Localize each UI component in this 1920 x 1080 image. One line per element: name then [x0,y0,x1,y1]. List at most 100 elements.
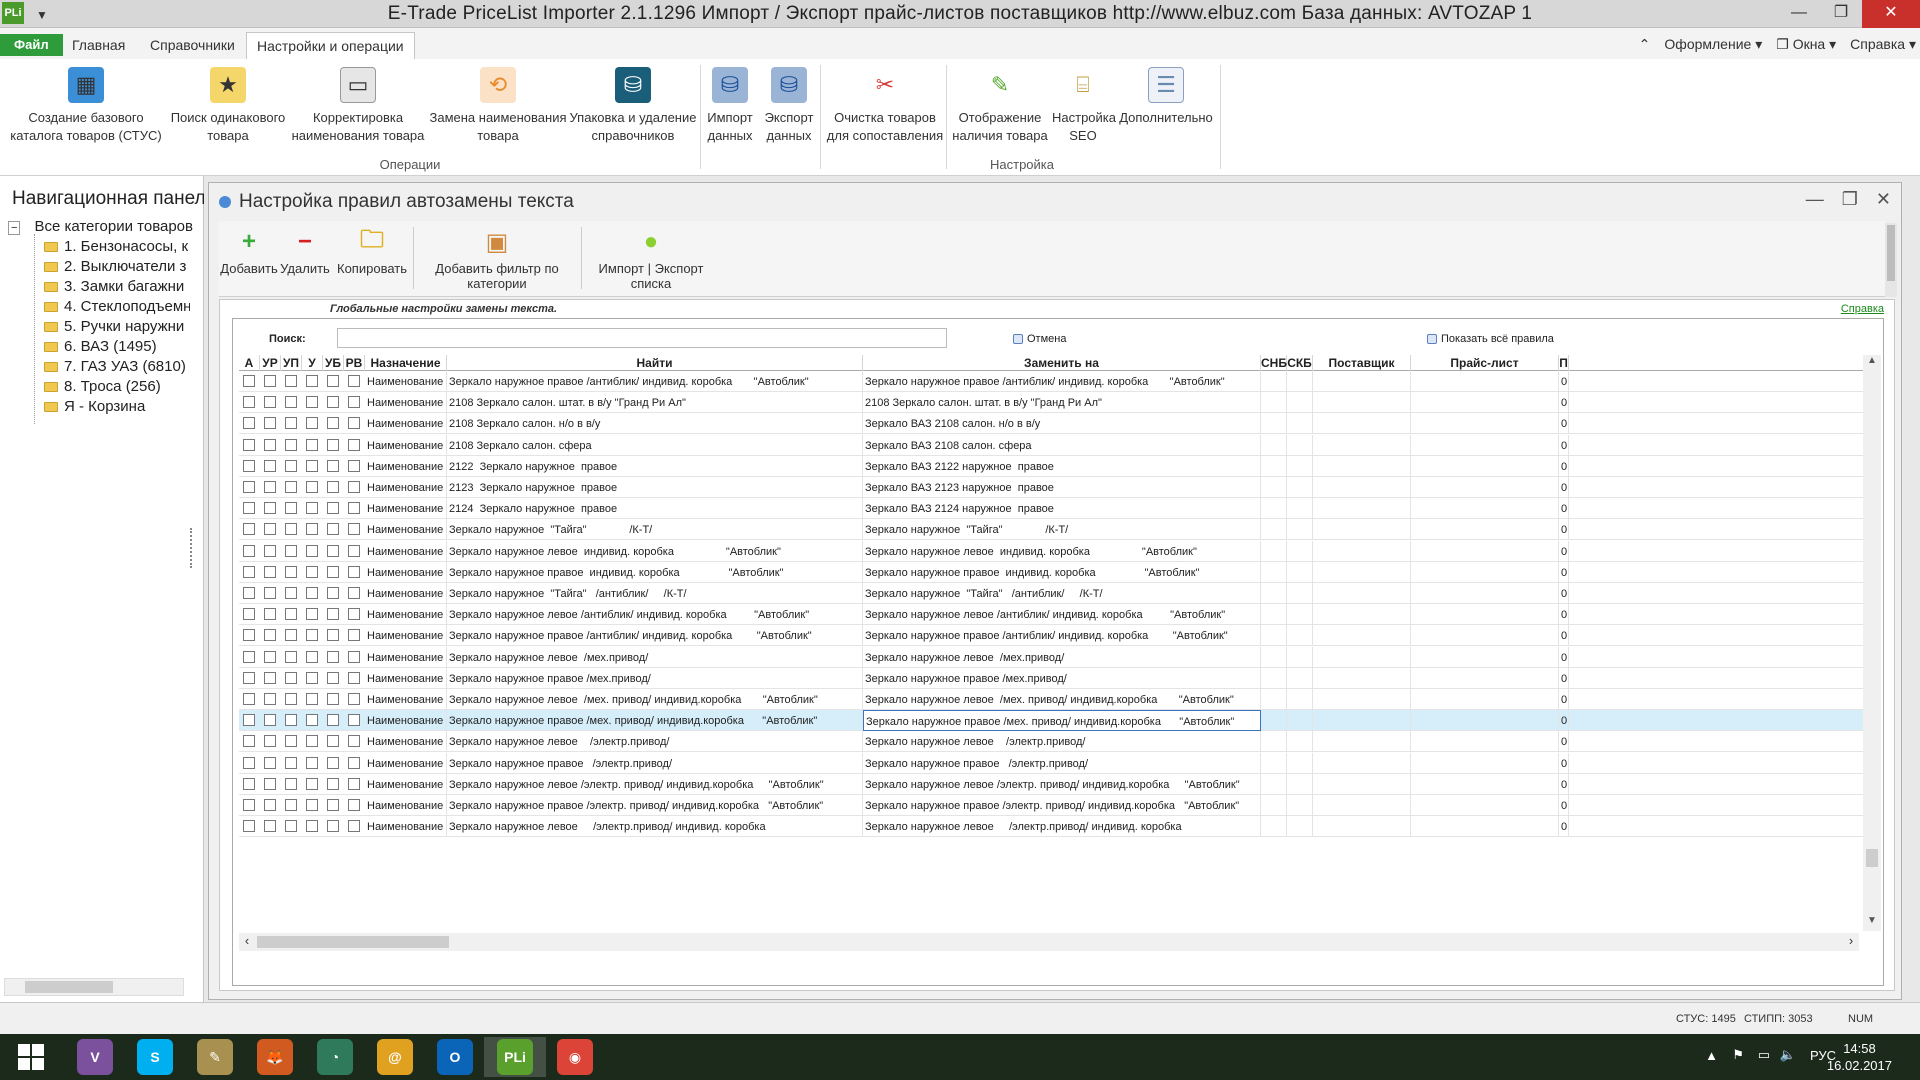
column-header[interactable]: СКБ [1287,355,1313,371]
replace-text-cell[interactable]: Зеркало наружное правое /мех.привод/ [863,667,1261,689]
p-cell[interactable]: 0 [1559,795,1569,816]
rule-checkbox[interactable] [306,735,318,748]
rule-checkbox[interactable] [348,459,360,472]
pricelist-cell[interactable] [1411,710,1559,732]
replace-text-cell[interactable]: Зеркало наружное левое /электр. привод/ … [863,773,1261,795]
column-header[interactable]: Заменить на [863,355,1261,371]
rule-checkbox[interactable] [306,714,318,727]
rule-checkbox[interactable] [348,693,360,705]
skb-cell[interactable] [1287,583,1313,604]
find-same-product-button[interactable]: ★ Поиск одинакового товара [166,59,290,145]
snb-cell[interactable] [1261,773,1287,795]
rule-checkbox[interactable] [264,799,276,811]
p-cell[interactable]: 0 [1559,752,1569,774]
column-header[interactable]: Назначение [365,355,447,371]
rule-target-cell[interactable]: Наименование [365,413,447,435]
table-row[interactable]: Наименование Зеркало наружное правое /ант… [239,625,1863,647]
skb-cell[interactable] [1287,816,1313,838]
pack-delete-refs-button[interactable]: ⛁ Упаковка и удаление справочников [568,59,698,145]
skb-cell[interactable] [1287,540,1313,562]
rule-checkbox[interactable] [327,777,339,790]
supplier-cell[interactable] [1313,455,1411,477]
skb-cell[interactable] [1287,604,1313,626]
rule-checkbox[interactable] [327,820,339,833]
rule-checkbox[interactable] [327,714,339,727]
supplier-cell[interactable] [1313,434,1411,456]
p-cell[interactable]: 0 [1559,434,1569,456]
additional-button[interactable]: ☰ Дополнительно [1114,59,1218,127]
rule-target-cell[interactable]: Наименование [365,731,447,753]
rule-checkbox[interactable] [348,608,360,621]
windows-start-taskbar-button[interactable] [0,1037,62,1077]
snb-cell[interactable] [1261,604,1287,626]
tree-item[interactable]: 4. Стеклоподъемн [44,298,190,315]
rule-checkbox[interactable] [348,756,360,769]
toolbar-scrollbar[interactable] [1885,223,1897,297]
skb-cell[interactable] [1287,477,1313,498]
find-text-cell[interactable]: 2123 Зеркало наружное правое [447,477,863,498]
rule-checkbox[interactable] [243,502,255,515]
find-text-cell[interactable]: 2108 Зеркало салон. сфера [447,434,863,456]
find-text-cell[interactable]: 2108 Зеркало салон. н/о в в/у [447,413,863,435]
display-availability-button[interactable]: ✎ Отображение наличия товара [948,59,1052,145]
snb-cell[interactable] [1261,540,1287,562]
rule-target-cell[interactable]: Наименование [365,477,447,498]
column-header[interactable]: УБ [323,355,344,371]
rule-checkbox[interactable] [264,756,276,769]
rule-checkbox[interactable] [327,481,339,493]
rule-checkbox[interactable] [243,438,255,451]
p-cell[interactable]: 0 [1559,561,1569,583]
p-cell[interactable]: 0 [1559,477,1569,498]
copy-rule-button[interactable]: 🗀 Копировать [333,221,411,277]
doc-minimize-button[interactable]: — [1806,189,1824,210]
rule-checkbox[interactable] [243,608,255,621]
replace-text-cell[interactable]: Зеркало ВАЗ 2122 наружное правое [863,455,1261,477]
rule-checkbox[interactable] [327,438,339,451]
rule-checkbox[interactable] [264,523,276,536]
p-cell[interactable]: 0 [1559,519,1569,541]
column-header[interactable]: СНБ [1261,355,1287,371]
rule-checkbox[interactable] [264,459,276,472]
replace-text-cell[interactable]: Зеркало ВАЗ 2108 салон. н/о в в/у [863,413,1261,435]
supplier-cell[interactable] [1313,646,1411,668]
tray-arrow-icon[interactable]: ▲ [1705,1048,1718,1063]
table-row[interactable]: Наименование 2123 Зеркало наружное правое… [239,477,1863,498]
pricelist-cell[interactable] [1411,604,1559,626]
column-header[interactable]: П [1559,355,1569,371]
p-cell[interactable]: 0 [1559,646,1569,668]
rule-checkbox[interactable] [327,544,339,557]
skb-cell[interactable] [1287,519,1313,541]
replace-text-cell[interactable]: Зеркало наружное правое /электр.привод/ [863,752,1261,774]
rule-checkbox[interactable] [243,417,255,430]
rule-checkbox[interactable] [285,820,297,833]
add-rule-button[interactable]: + Добавить [219,221,279,276]
rule-checkbox[interactable] [264,565,276,578]
doc-close-button[interactable]: ✕ [1876,189,1891,210]
table-horizontal-scrollbar[interactable]: ‹ › [239,933,1859,951]
pricelist-cell[interactable] [1411,625,1559,647]
rule-checkbox[interactable] [243,587,255,599]
scroll-thumb[interactable] [25,981,113,993]
find-text-cell[interactable]: 2108 Зеркало салон. штат. в в/у "Гранд Р… [447,392,863,414]
rule-checkbox[interactable] [264,629,276,642]
replace-text-cell[interactable]: Зеркало наружное правое индивид. коробка… [863,561,1261,583]
rule-target-cell[interactable]: Наименование [365,455,447,477]
clean-products-button[interactable]: ✂ Очистка товаров для сопоставления [824,59,946,145]
skb-cell[interactable] [1287,413,1313,435]
skb-cell[interactable] [1287,371,1313,392]
clock[interactable]: 14:58 16.02.2017 [1827,1040,1892,1074]
rule-target-cell[interactable]: Наименование [365,434,447,456]
rule-checkbox[interactable] [327,565,339,578]
windows-menu[interactable]: ❐ Окна ▾ [1776,36,1836,53]
export-data-button[interactable]: ⛁ Экспорт данных [760,59,818,145]
column-header[interactable]: Прайс-лист [1411,355,1559,371]
rule-checkbox[interactable] [327,650,339,663]
pli-app-taskbar-button[interactable]: PLi [484,1037,546,1077]
supplier-cell[interactable] [1313,413,1411,435]
snb-cell[interactable] [1261,816,1287,838]
rule-checkbox[interactable] [243,756,255,769]
find-text-cell[interactable]: Зеркало наружное правое индивид. коробка… [447,561,863,583]
table-row[interactable]: Наименование Зеркало наружное правое /эле… [239,752,1863,774]
snb-cell[interactable] [1261,561,1287,583]
rule-checkbox[interactable] [348,396,360,409]
